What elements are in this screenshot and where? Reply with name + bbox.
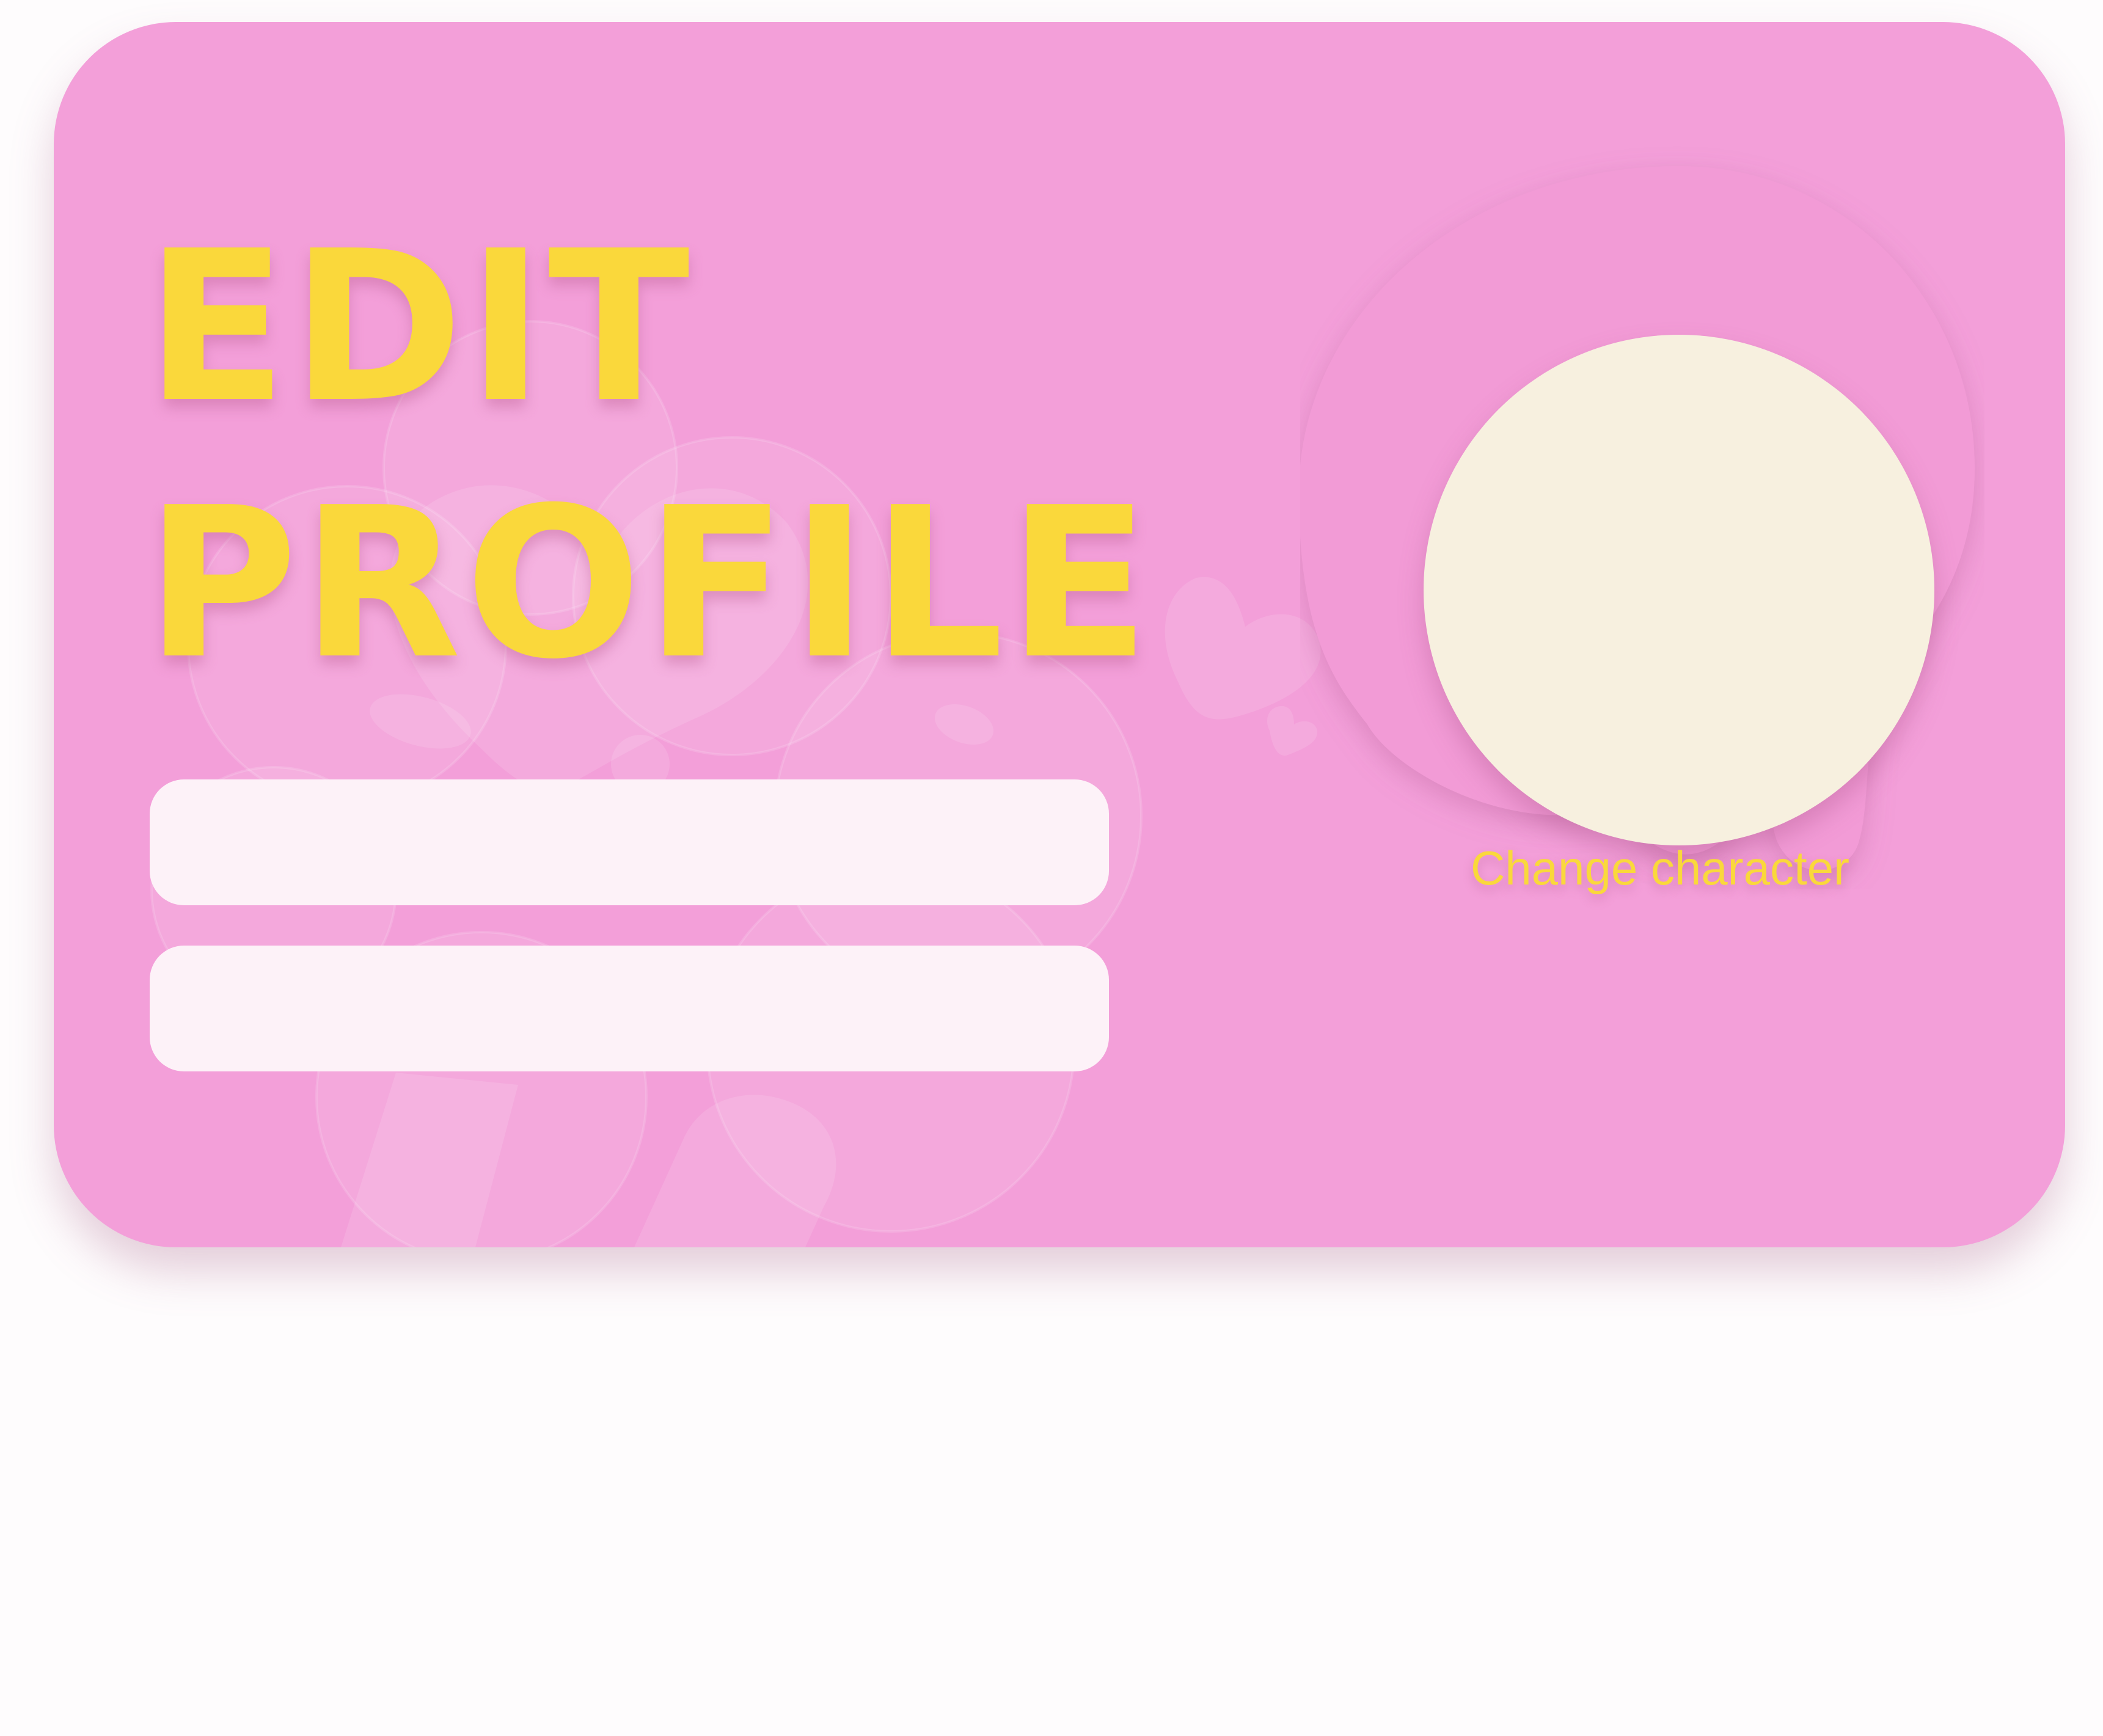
profile-field-2[interactable] [150,946,1109,1071]
page-title: EDIT PROFILE [145,199,1154,712]
profile-field-1[interactable] [150,779,1109,905]
avatar-frame [1300,144,1984,889]
avatar[interactable] [1424,335,1934,845]
screen: EDIT PROFILE Change character [0,0,2103,1736]
title-line-profile: PROFILE [145,463,1154,705]
edit-profile-card: EDIT PROFILE Change character [54,22,2065,1247]
title-line-edit: EDIT [145,206,693,448]
stick-shape [634,1095,836,1247]
heart-shape [1165,577,1321,720]
change-character-button[interactable]: Change character [1364,841,1956,896]
